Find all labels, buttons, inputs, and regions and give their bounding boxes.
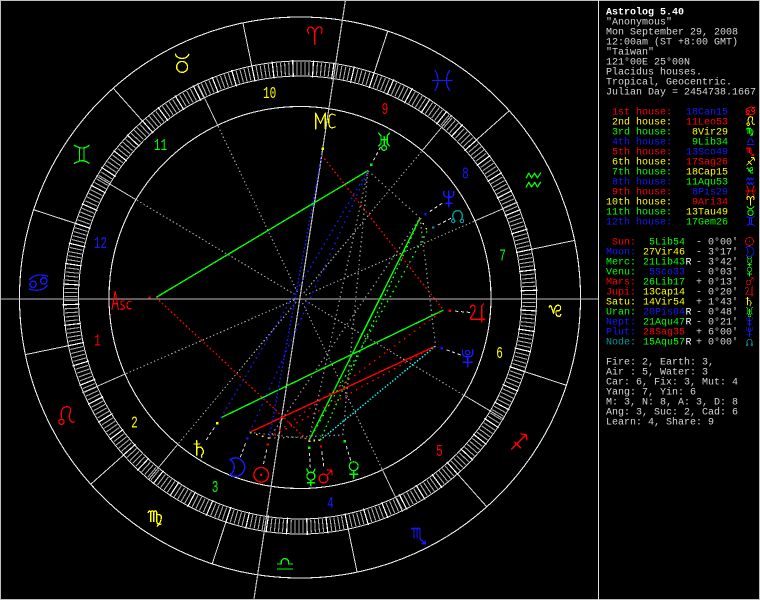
svg-text:4: 4: [327, 495, 334, 514]
svg-text:15Aqu57: 15Aqu57: [643, 338, 685, 349]
svg-text:+ 0°00': + 0°00': [696, 337, 738, 349]
svg-text:Julian Day = 2454738.1667: Julian Day = 2454738.1667: [606, 87, 756, 99]
svg-text:7: 7: [499, 248, 506, 267]
svg-text:5: 5: [436, 443, 443, 462]
svg-text:17Gem26: 17Gem26: [686, 218, 728, 229]
svg-text:12: 12: [94, 235, 107, 254]
svg-text:11: 11: [154, 137, 167, 156]
svg-text:R: R: [686, 258, 692, 269]
svg-text:Node:: Node:: [606, 337, 636, 349]
svg-text:R: R: [686, 318, 692, 329]
svg-text:2: 2: [131, 414, 138, 433]
svg-text:1: 1: [94, 332, 101, 351]
svg-text:6: 6: [496, 345, 503, 364]
svg-text:Learn: 4, Share: 9: Learn: 4, Share: 9: [606, 417, 714, 429]
svg-text:8: 8: [462, 166, 469, 185]
svg-text:9: 9: [382, 101, 389, 120]
svg-text:R: R: [686, 338, 692, 349]
svg-text:10: 10: [263, 85, 276, 104]
svg-text:12th house:: 12th house:: [606, 217, 672, 229]
svg-text:3: 3: [212, 479, 219, 498]
